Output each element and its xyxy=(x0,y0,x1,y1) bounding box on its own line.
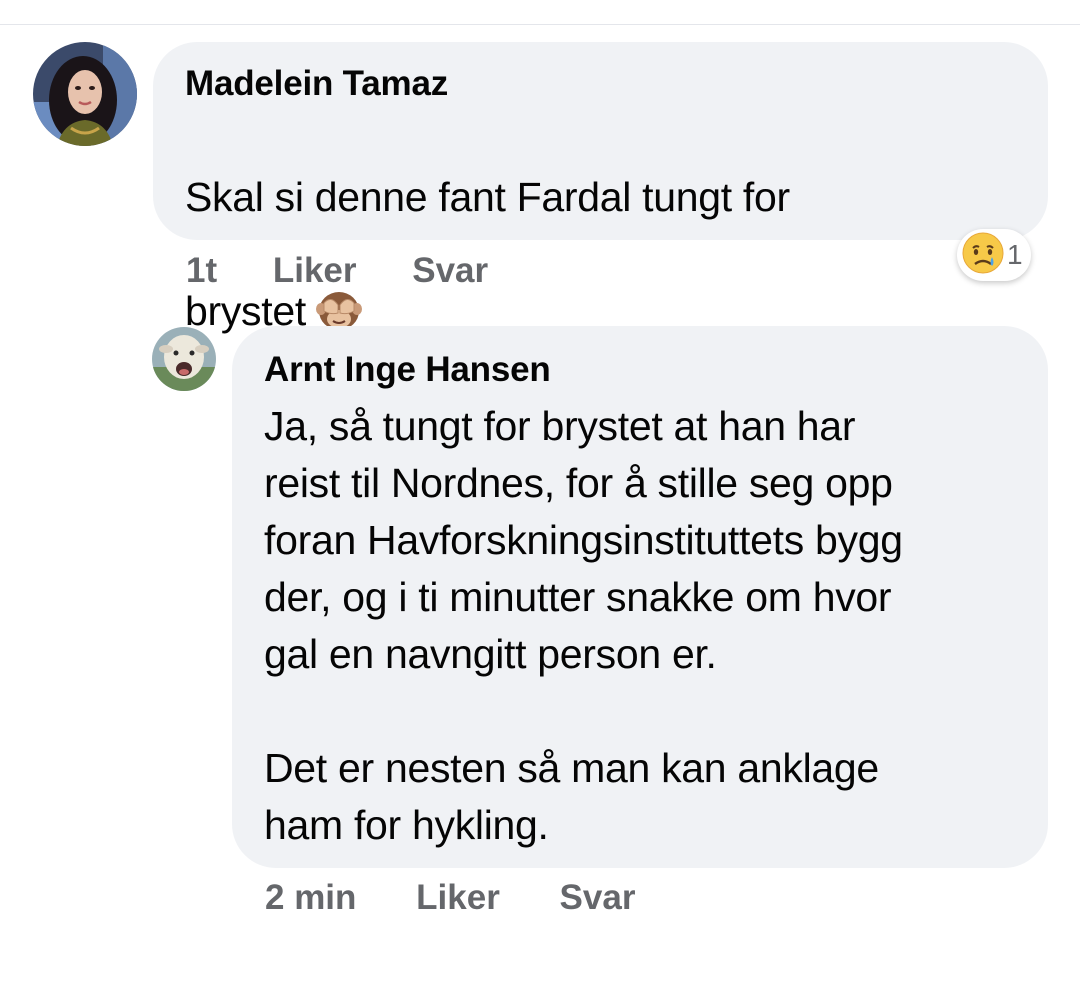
profile-photo-icon xyxy=(152,327,216,391)
comment-text-container: Skal si denne fant Fardal tungt for brys… xyxy=(185,112,790,348)
like-button[interactable]: Liker xyxy=(273,251,357,290)
comment-timestamp[interactable]: 1t xyxy=(186,251,217,290)
comment-timestamp[interactable]: 2 min xyxy=(265,878,356,917)
avatar[interactable] xyxy=(33,42,137,146)
top-divider xyxy=(0,24,1080,25)
sad-tear-face-icon xyxy=(961,231,1005,280)
comment-author[interactable]: Madelein Tamaz xyxy=(185,64,448,104)
reaction-count: 1 xyxy=(1007,239,1023,270)
comment-text: Ja, så tungt for brystet at han har reis… xyxy=(264,403,903,848)
comment-author[interactable]: Arnt Inge Hansen xyxy=(264,350,551,390)
reply-button[interactable]: Svar xyxy=(412,251,488,290)
reply-button[interactable]: Svar xyxy=(560,878,636,917)
avatar[interactable] xyxy=(152,327,216,391)
comment-actions: 2 min Liker Svar xyxy=(265,878,635,918)
reaction-badge[interactable]: 1 xyxy=(957,229,1031,281)
like-button[interactable]: Liker xyxy=(416,878,500,917)
profile-photo-icon xyxy=(33,42,137,146)
comment-actions: 1t Liker Svar xyxy=(186,251,488,291)
